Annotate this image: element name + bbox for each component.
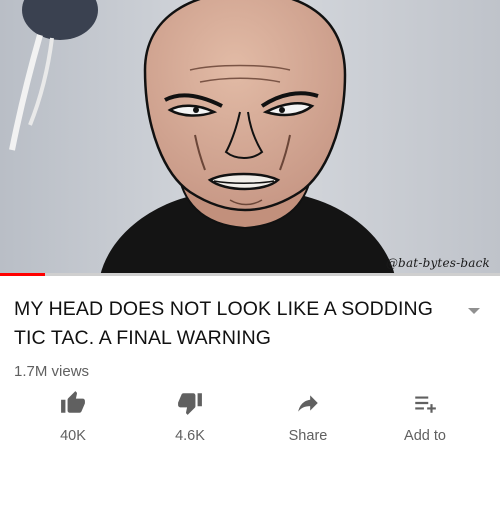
video-title[interactable]: MY HEAD DOES NOT LOOK LIKE A SODDING TIC… xyxy=(14,295,448,353)
add-to-label: Add to xyxy=(404,428,446,444)
add-to-button[interactable]: Add to xyxy=(380,390,470,450)
video-frame-illustration xyxy=(0,0,500,276)
title-row: MY HEAD DOES NOT LOOK LIKE A SODDING TIC… xyxy=(0,276,500,353)
thumb-up-icon xyxy=(61,391,85,413)
share-label: Share xyxy=(288,428,328,444)
dislike-count: 4.6K xyxy=(175,428,205,444)
video-metadata: MY HEAD DOES NOT LOOK LIKE A SODDING TIC… xyxy=(0,276,500,380)
action-bar: 40K 4.6K Share Add to xyxy=(0,390,500,450)
thumb-down-icon xyxy=(178,393,202,415)
like-count: 40K xyxy=(60,428,86,444)
share-button[interactable]: Share xyxy=(263,390,353,450)
add-to-playlist-icon xyxy=(415,396,436,413)
share-icon xyxy=(298,395,318,412)
video-player[interactable]: @bat-bytes-back xyxy=(0,0,500,276)
creator-watermark: @bat-bytes-back xyxy=(385,256,490,270)
view-count: 1.7M views xyxy=(14,363,90,380)
like-button[interactable]: 40K xyxy=(28,390,118,450)
expand-description-icon[interactable] xyxy=(464,304,484,318)
dislike-button[interactable]: 4.6K xyxy=(145,390,235,450)
